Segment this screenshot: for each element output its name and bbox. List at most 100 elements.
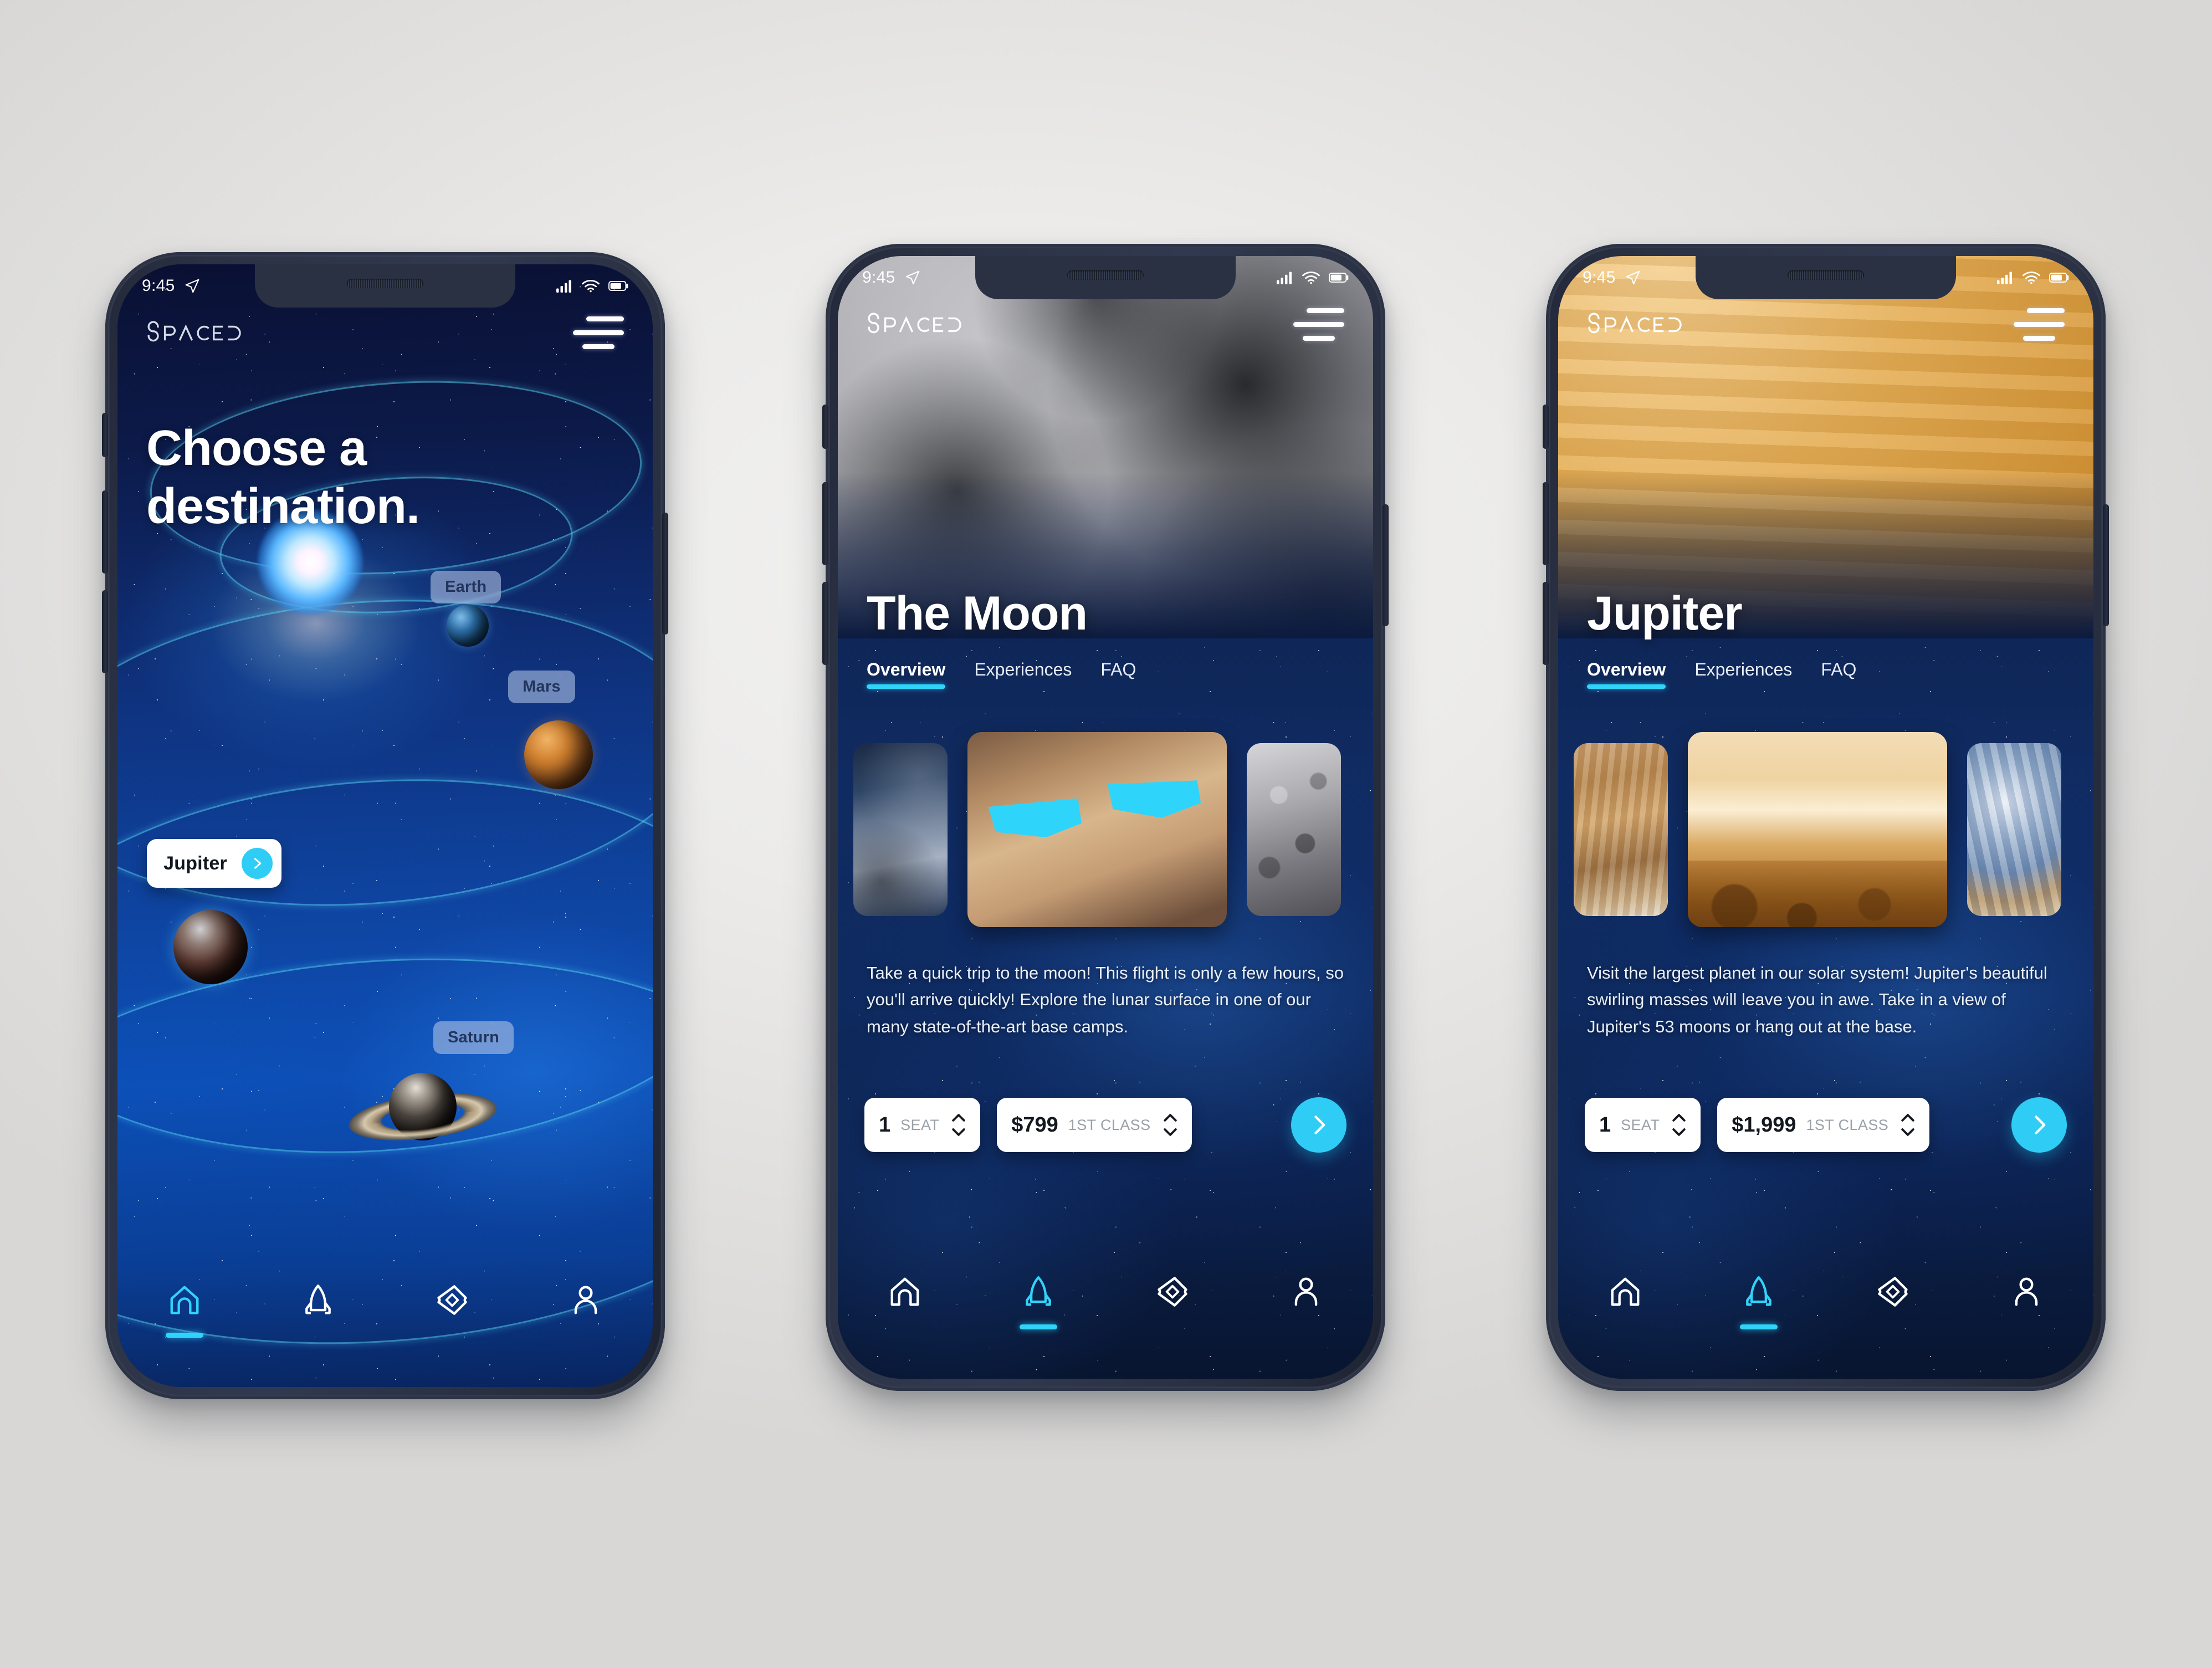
spaced-logo-icon	[868, 312, 961, 333]
booking-controls: 1 SEAT $799 1ST CLASS	[864, 1097, 1346, 1153]
planet-earth[interactable]	[447, 604, 489, 647]
chevron-right-icon	[1314, 1116, 1325, 1134]
nav-active-indicator	[1154, 1324, 1191, 1329]
earpiece-speaker	[1067, 270, 1144, 280]
silent-switch[interactable]	[1543, 405, 1549, 449]
planet-label-text: Earth	[445, 578, 487, 596]
spaced-logo-icon	[1588, 312, 1682, 333]
fare-class-stepper[interactable]: $799 1ST CLASS	[997, 1098, 1192, 1152]
nav-active-indicator	[2008, 1324, 2045, 1329]
app-header	[117, 316, 653, 349]
carousel-thumbnail-next[interactable]	[1967, 743, 2061, 916]
continue-button[interactable]	[2011, 1097, 2067, 1153]
nav-item-flights[interactable]	[276, 1283, 360, 1338]
up-down-chevrons-icon[interactable]	[951, 1113, 966, 1137]
nav-item-profile[interactable]	[1985, 1275, 2068, 1329]
tab-faq[interactable]: FAQ	[1821, 659, 1856, 689]
tab-experiences[interactable]: Experiences	[974, 659, 1072, 689]
lunar-surface-image	[853, 743, 948, 916]
tab-overview[interactable]: Overview	[1587, 659, 1666, 689]
continue-button[interactable]	[1291, 1097, 1346, 1153]
planet-label-jupiter-selected[interactable]: Jupiter	[147, 839, 281, 888]
carousel-image-main[interactable]	[1688, 732, 1947, 927]
volume-up-button[interactable]	[102, 490, 108, 574]
jupiter-clouds-image	[1574, 743, 1668, 916]
home-icon	[170, 1286, 199, 1314]
volume-down-button[interactable]	[102, 590, 108, 673]
wifi-icon	[1302, 272, 1320, 284]
carousel-thumbnail-prev[interactable]	[1574, 743, 1668, 916]
planet-label-earth[interactable]: Earth	[431, 571, 501, 604]
planet-label-text: Jupiter	[163, 852, 227, 874]
power-button[interactable]	[662, 513, 668, 635]
nav-item-profile[interactable]	[544, 1283, 627, 1338]
ticket-icon	[437, 1285, 467, 1315]
nav-active-indicator	[299, 1333, 337, 1338]
nav-item-tickets[interactable]	[1131, 1275, 1214, 1329]
planet-jupiter[interactable]	[173, 909, 248, 984]
nav-item-tickets[interactable]	[1851, 1275, 1934, 1329]
bottom-navigation-bar	[838, 1251, 1373, 1379]
tab-faq[interactable]: FAQ	[1100, 659, 1136, 689]
hamburger-menu-icon[interactable]	[1293, 308, 1344, 341]
tab-experiences[interactable]: Experiences	[1694, 659, 1792, 689]
volume-down-button[interactable]	[1543, 582, 1549, 665]
silent-switch[interactable]	[822, 405, 828, 449]
seat-quantity-stepper[interactable]: 1 SEAT	[1585, 1098, 1701, 1152]
home-icon	[1611, 1277, 1640, 1306]
screen-choose-destination: 9:45 Choose a destination. Earth Mars Ju…	[117, 264, 653, 1387]
ticket-icon	[1158, 1277, 1187, 1307]
hamburger-menu-icon[interactable]	[573, 316, 624, 349]
device-notch	[1696, 256, 1956, 299]
nav-item-home[interactable]	[863, 1275, 946, 1329]
planet-label-saturn[interactable]: Saturn	[433, 1021, 514, 1054]
tab-overview[interactable]: Overview	[867, 659, 946, 689]
power-button[interactable]	[1383, 504, 1389, 626]
chevron-right-icon[interactable]	[241, 848, 273, 879]
carousel-image-main[interactable]	[967, 732, 1227, 927]
seat-quantity-stepper[interactable]: 1 SEAT	[864, 1098, 981, 1152]
nav-item-flights[interactable]	[997, 1275, 1080, 1329]
fare-class-label: 1ST CLASS	[1806, 1116, 1889, 1133]
silent-switch[interactable]	[102, 413, 108, 457]
nav-item-profile[interactable]	[1264, 1275, 1348, 1329]
planet-label-text: Saturn	[447, 1028, 499, 1046]
nav-active-indicator	[433, 1333, 471, 1338]
nav-item-home[interactable]	[1584, 1275, 1667, 1329]
planet-label-text: Mars	[523, 678, 561, 696]
wifi-icon	[582, 280, 600, 293]
price-value: $799	[1011, 1113, 1058, 1137]
up-down-chevrons-icon[interactable]	[1901, 1113, 1915, 1137]
power-button[interactable]	[2103, 504, 2109, 626]
battery-icon	[2049, 273, 2069, 283]
image-carousel[interactable]	[838, 730, 1373, 929]
up-down-chevrons-icon[interactable]	[1163, 1113, 1177, 1137]
carousel-thumbnail-next[interactable]	[1247, 743, 1341, 916]
volume-up-button[interactable]	[1543, 482, 1549, 565]
moon-crater-image	[1247, 743, 1341, 916]
up-down-chevrons-icon[interactable]	[1672, 1113, 1686, 1137]
seat-label: SEAT	[1621, 1116, 1660, 1133]
fare-class-stepper[interactable]: $1,999 1ST CLASS	[1717, 1098, 1930, 1152]
destination-tabs: Overview Experiences FAQ	[867, 659, 1136, 689]
rocket-icon	[1026, 1276, 1052, 1306]
hamburger-menu-icon[interactable]	[2014, 308, 2065, 341]
planet-mars[interactable]	[524, 720, 593, 789]
volume-down-button[interactable]	[822, 582, 828, 665]
nav-item-home[interactable]	[143, 1283, 226, 1338]
golden-landscape-image	[1688, 732, 1947, 927]
nav-item-flights[interactable]	[1717, 1275, 1800, 1329]
planet-label-mars[interactable]: Mars	[508, 671, 575, 704]
destination-title: The Moon	[867, 587, 1088, 640]
ticket-icon	[1878, 1277, 1908, 1307]
screen-the-moon: 9:45 The Moon Overview Experiences FAQ T…	[838, 256, 1373, 1379]
planet-saturn[interactable]	[340, 1072, 505, 1156]
image-carousel[interactable]	[1558, 730, 2093, 929]
carousel-thumbnail-prev[interactable]	[853, 743, 948, 916]
status-time: 9:45	[1583, 268, 1616, 286]
wifi-icon	[2022, 272, 2040, 284]
volume-up-button[interactable]	[822, 482, 828, 565]
nav-item-tickets[interactable]	[411, 1283, 494, 1338]
destination-title: Jupiter	[1587, 587, 1743, 640]
status-time: 9:45	[862, 268, 895, 286]
